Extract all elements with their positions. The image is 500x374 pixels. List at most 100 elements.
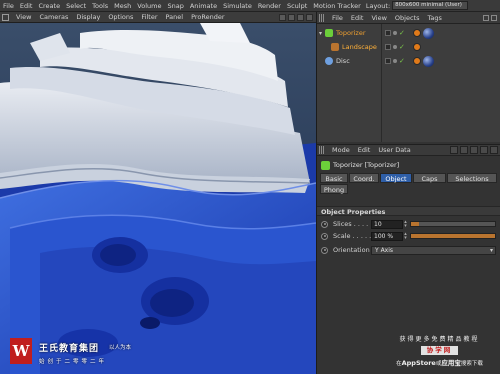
menu-edit[interactable]: Edit (17, 0, 36, 12)
object-flags: ✓ (385, 43, 405, 51)
panel-grip-icon[interactable] (319, 13, 325, 22)
scale-stepper[interactable]: ▴ ▾ (403, 231, 408, 241)
rotate-view-icon[interactable] (297, 13, 304, 21)
material-tag-icon[interactable] (423, 55, 434, 67)
attribute-manager-menu-bar: Mode Edit User Data (317, 144, 500, 156)
brand-motto: 以人为本 (109, 345, 132, 351)
move-view-icon[interactable] (279, 13, 286, 21)
tab-caps[interactable]: Caps (413, 173, 446, 183)
slices-slider[interactable] (410, 221, 496, 227)
viewport-nav-controls (279, 13, 316, 21)
menu-animate[interactable]: Animate (187, 0, 220, 12)
object-manager-menu-bar: File Edit View Objects Tags (317, 12, 500, 24)
object-flags: ✓ (385, 57, 405, 65)
search-icon[interactable] (483, 14, 489, 21)
scale-label: Scale . . . . . (333, 232, 372, 240)
menu-volume[interactable]: Volume (134, 0, 164, 12)
prop-slices: Slices . . . . 10 ▴ ▾ (317, 218, 500, 230)
animate-radio-icon[interactable] (321, 246, 328, 254)
object-name[interactable]: Disc (336, 57, 382, 65)
brand-slogan: 始创于二零零二年 (39, 359, 108, 365)
brand-name: 王氏教育集团 (39, 344, 100, 354)
tab-phong[interactable]: Phong (320, 184, 348, 194)
phong-tag-icon[interactable] (413, 29, 421, 37)
viewport-menu-view[interactable]: View (12, 12, 35, 23)
slices-stepper[interactable]: ▴ ▾ (403, 219, 408, 229)
enabled-check-icon[interactable]: ✓ (399, 57, 405, 65)
maximize-view-icon[interactable] (306, 13, 313, 21)
layer-box-icon[interactable] (385, 44, 391, 50)
attribute-object-name: Toporizer [Toporizer] (333, 161, 400, 169)
am-menu-edit[interactable]: Edit (354, 144, 375, 156)
slices-field[interactable]: 10 (371, 219, 403, 229)
om-menu-file[interactable]: File (328, 12, 347, 24)
object-name[interactable]: Toporizer (336, 29, 382, 37)
zoom-view-icon[interactable] (288, 13, 295, 21)
material-tag-icon[interactable] (423, 27, 434, 39)
viewport-menu-panel[interactable]: Panel (162, 12, 188, 23)
om-menu-view[interactable]: View (367, 12, 390, 24)
viewport-menu-options[interactable]: Options (104, 12, 137, 23)
menu-create[interactable]: Create (35, 0, 63, 12)
new-window-icon[interactable] (491, 14, 497, 21)
orientation-dropdown[interactable]: Y Axis ▾ (371, 245, 496, 255)
layout-label: Layout: (365, 1, 391, 10)
visibility-dot-icon[interactable] (393, 45, 397, 49)
viewport-menu-prorender[interactable]: ProRender (187, 12, 228, 23)
back-arrow-icon[interactable] (450, 146, 458, 154)
viewport-menu-filter[interactable]: Filter (137, 12, 161, 23)
chevron-down-icon: ▾ (489, 246, 493, 254)
viewport-menu-display[interactable]: Display (72, 12, 104, 23)
tab-coord[interactable]: Coord. (349, 173, 379, 183)
menu-sculpt[interactable]: Sculpt (284, 0, 310, 12)
menu-select[interactable]: Select (63, 0, 89, 12)
om-menu-objects[interactable]: Objects (391, 12, 424, 24)
visibility-dot-icon[interactable] (393, 59, 397, 63)
menu-mesh[interactable]: Mesh (111, 0, 134, 12)
object-row-toporizer[interactable]: ▾ Toporizer ✓ (317, 27, 500, 39)
scale-slider[interactable] (410, 233, 496, 239)
new-window-icon[interactable] (490, 146, 498, 154)
object-tags (413, 43, 421, 51)
animate-radio-icon[interactable] (321, 232, 328, 240)
panel-grip-icon[interactable] (319, 146, 325, 154)
tab-basic[interactable]: Basic (320, 173, 348, 183)
menu-simulate[interactable]: Simulate (220, 0, 255, 12)
orientation-label: Orientation (333, 246, 370, 254)
viewport-options-icon[interactable] (2, 13, 9, 21)
menu-file[interactable]: File (0, 0, 17, 12)
object-name[interactable]: Landscape (342, 43, 388, 51)
menu-tools[interactable]: Tools (89, 0, 111, 12)
am-menu-mode[interactable]: Mode (328, 144, 354, 156)
lock-icon[interactable] (480, 146, 488, 154)
object-row-disc[interactable]: Disc ✓ (317, 55, 500, 67)
enabled-check-icon[interactable]: ✓ (399, 43, 405, 51)
layer-box-icon[interactable] (385, 58, 391, 64)
om-menu-tags[interactable]: Tags (423, 12, 445, 24)
tab-selections[interactable]: Selections (447, 173, 497, 183)
phong-tag-icon[interactable] (413, 57, 421, 65)
object-row-landscape[interactable]: Landscape ✓ (317, 41, 500, 53)
orientation-value: Y Axis (375, 246, 394, 254)
om-menu-edit[interactable]: Edit (347, 12, 368, 24)
animate-radio-icon[interactable] (321, 220, 328, 228)
menu-motion-tracker[interactable]: Motion Tracker (310, 0, 364, 12)
viewport[interactable]: View Cameras Display Options Filter Pane… (0, 12, 316, 374)
tab-object[interactable]: Object (380, 173, 412, 183)
up-arrow-icon[interactable] (460, 146, 468, 154)
viewport-menu-cameras[interactable]: Cameras (35, 12, 72, 23)
layout-dropdown[interactable]: 800x600 minimal (User) (392, 1, 469, 10)
layer-box-icon[interactable] (385, 30, 391, 36)
am-menu-user-data[interactable]: User Data (374, 144, 414, 156)
menu-snap[interactable]: Snap (164, 0, 186, 12)
object-list[interactable]: ▾ Toporizer ✓ Landscape ✓ Disc ✓ (317, 24, 500, 142)
scale-field[interactable]: 100 % (371, 231, 403, 241)
promo-text: 获得更多免费精品教程 (399, 336, 480, 343)
slices-slider-fill (411, 222, 420, 226)
visibility-dot-icon[interactable] (393, 31, 397, 35)
menu-render[interactable]: Render (255, 0, 284, 12)
toporizer-object-icon (325, 29, 333, 37)
phong-tag-icon[interactable] (413, 43, 421, 51)
search-icon[interactable] (470, 146, 478, 154)
enabled-check-icon[interactable]: ✓ (399, 29, 405, 37)
